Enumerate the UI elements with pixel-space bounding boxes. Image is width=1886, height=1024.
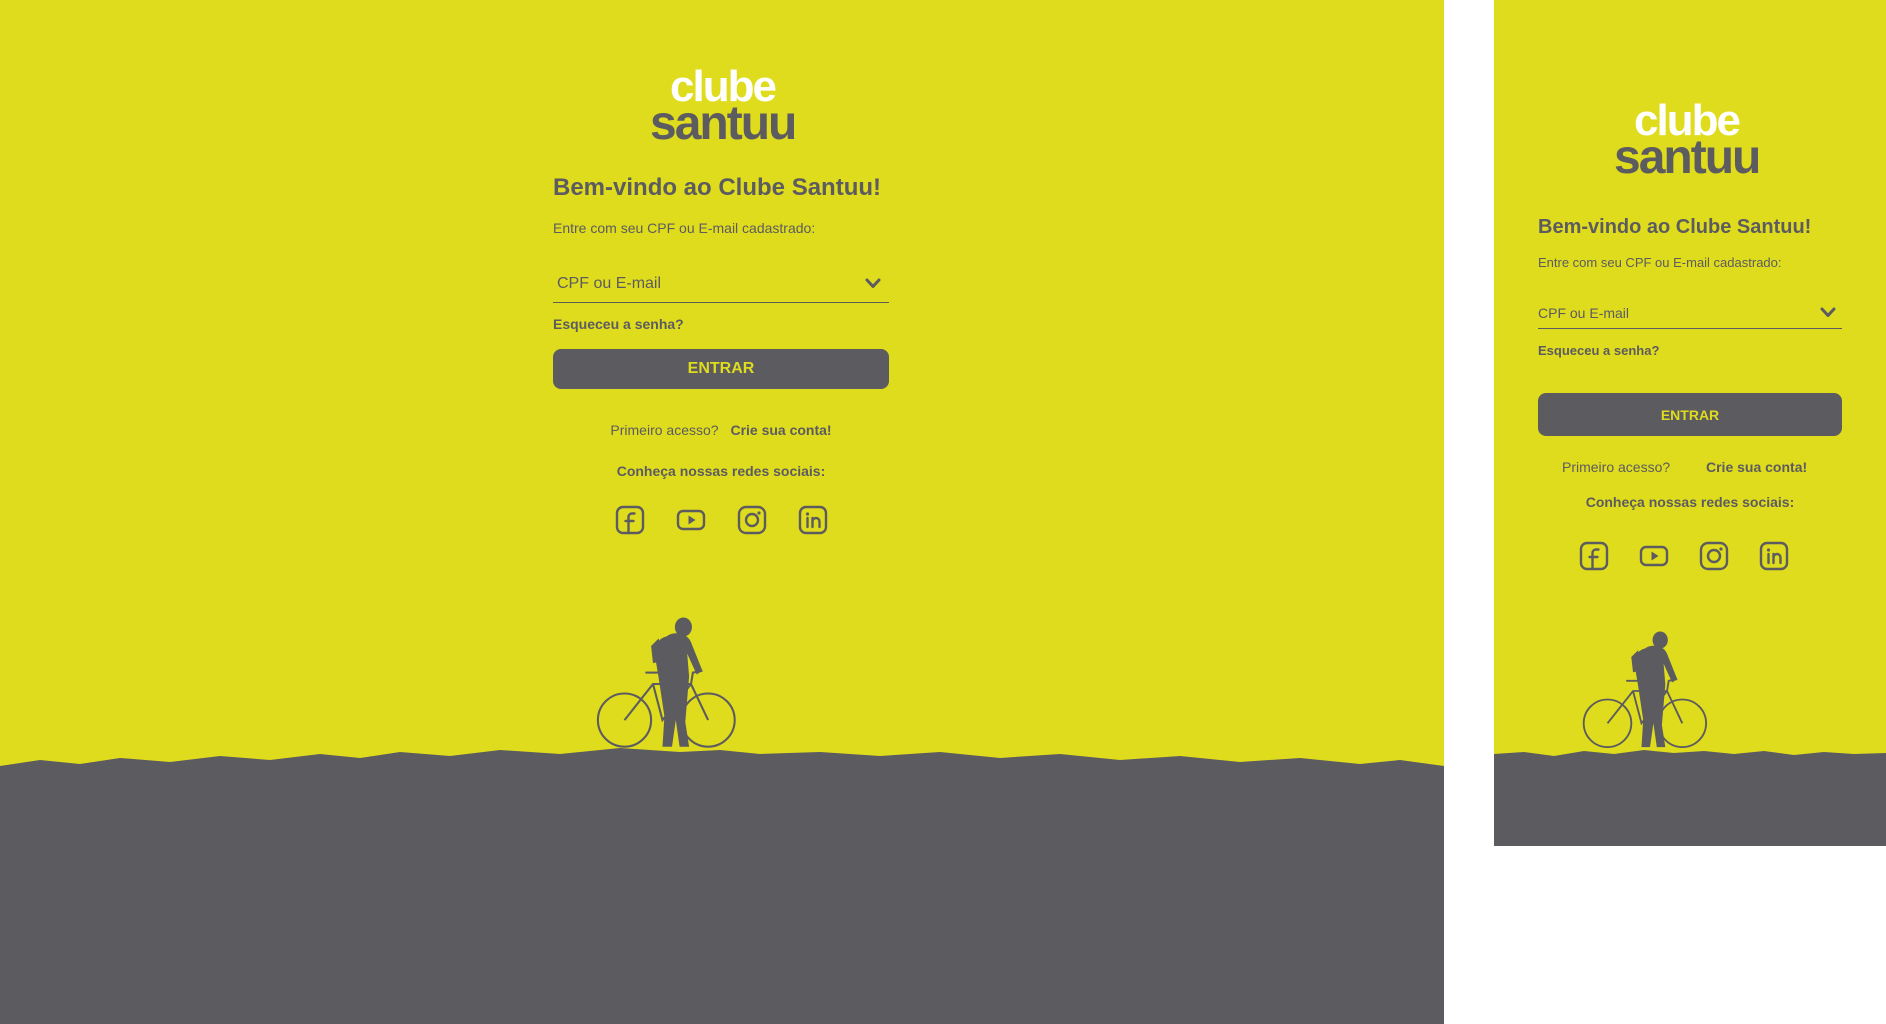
desktop-login-panel: clube santuu Bem-vindo ao Clube Santuu! …: [0, 0, 1444, 1024]
social-heading: Conheça nossas redes sociais:: [1585, 494, 1795, 510]
youtube-icon[interactable]: [675, 504, 707, 536]
ground-silhouette: [0, 748, 1444, 1024]
social-heading: Conheça nossas redes sociais:: [616, 463, 826, 479]
ground-silhouette: [1494, 750, 1886, 846]
forgot-password-link[interactable]: Esqueceu a senha?: [553, 316, 684, 332]
create-account-link[interactable]: Crie sua conta!: [1706, 459, 1807, 475]
logo-text-santuu: santuu: [1614, 131, 1761, 184]
first-access-text: Primeiro acesso?: [1562, 459, 1671, 475]
enter-button[interactable]: ENTRAR: [1538, 393, 1842, 436]
instagram-icon[interactable]: [736, 504, 768, 536]
page-title: Bem-vindo ao Clube Santuu!: [553, 174, 882, 201]
login-subtitle: Entre com seu CPF ou E-mail cadastrado:: [553, 220, 816, 236]
instagram-icon[interactable]: [1698, 540, 1730, 572]
linkedin-icon[interactable]: [1758, 540, 1790, 572]
cyclist-illustration: [1582, 628, 1718, 754]
signup-row: Primeiro acesso? Crie sua conta!: [553, 422, 889, 438]
facebook-icon[interactable]: [1578, 540, 1610, 572]
first-access-text: Primeiro acesso?: [610, 422, 719, 438]
forgot-password-link[interactable]: Esqueceu a senha?: [1538, 343, 1659, 358]
logo: clube santuu: [648, 62, 798, 152]
login-subtitle: Entre com seu CPF ou E-mail cadastrado:: [1538, 255, 1782, 270]
create-account-link[interactable]: Crie sua conta!: [730, 422, 831, 438]
enter-button[interactable]: ENTRAR: [553, 349, 889, 389]
page-title: Bem-vindo ao Clube Santuu!: [1538, 216, 1812, 238]
linkedin-icon[interactable]: [797, 504, 829, 536]
mobile-login-panel: clube santuu Bem-vindo ao Clube Santuu! …: [1494, 0, 1886, 846]
chevron-down-icon[interactable]: [1820, 307, 1836, 319]
youtube-icon[interactable]: [1638, 540, 1670, 572]
logo: clube santuu: [1612, 96, 1762, 186]
logo-text-santuu: santuu: [650, 97, 797, 150]
cpf-email-input[interactable]: [1538, 298, 1797, 328]
cyclist-illustration: [596, 614, 748, 754]
facebook-icon[interactable]: [614, 504, 646, 536]
chevron-down-icon[interactable]: [865, 278, 881, 290]
cpf-email-field: [553, 266, 889, 303]
cpf-email-input[interactable]: [553, 266, 847, 302]
cpf-email-field: [1538, 298, 1842, 329]
